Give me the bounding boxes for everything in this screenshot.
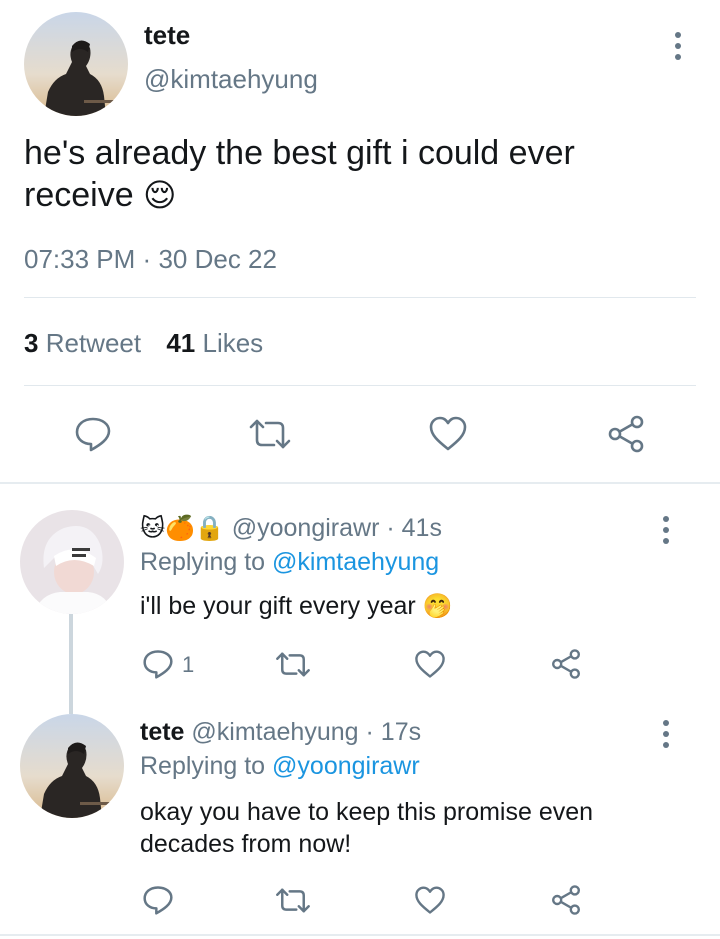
- main-tweet-text: he's already the best gift i could ever …: [24, 132, 704, 216]
- reply1-avatar[interactable]: [20, 510, 124, 614]
- main-tweet-display-name[interactable]: tete: [144, 20, 190, 51]
- separator-dot: ·: [365, 718, 374, 746]
- tweet-time: 07:33 PM: [24, 244, 136, 274]
- reply1-header: 🐱🍊🔒 @yoongirawr · 41s: [140, 514, 442, 543]
- reply2-header: tete @kimtaehyung · 17s: [140, 718, 421, 747]
- reply2-display-name[interactable]: tete: [140, 718, 184, 746]
- bottom-separator: [0, 934, 720, 936]
- retweet-icon[interactable]: [247, 418, 293, 450]
- more-options-icon[interactable]: [674, 32, 682, 60]
- separator-dot: ·: [142, 244, 152, 274]
- reply1-text: i'll be your gift every year 🤭: [140, 592, 453, 621]
- replying-label: Replying to: [140, 548, 266, 576]
- main-tweet-avatar[interactable]: [24, 12, 128, 116]
- hand-over-mouth-emoji: 🤭: [422, 593, 453, 620]
- reply-count: 1: [182, 652, 195, 677]
- reply-icon[interactable]: [142, 649, 174, 679]
- divider-top: [24, 297, 696, 298]
- like-icon[interactable]: [414, 885, 446, 916]
- reply2-avatar[interactable]: [20, 714, 124, 818]
- divider-middle: [24, 385, 696, 386]
- main-tweet-stats: 3 Retweet 41 Likes: [24, 328, 263, 359]
- like-icon[interactable]: [428, 415, 468, 453]
- reply-icon[interactable]: [142, 885, 174, 915]
- retweet-stat[interactable]: 3 Retweet: [24, 328, 148, 358]
- tweet-date: 30 Dec 22: [158, 244, 277, 274]
- share-icon[interactable]: [606, 414, 646, 454]
- share-icon[interactable]: [550, 648, 582, 680]
- reply1-time: 41s: [401, 514, 442, 542]
- thread-line: [69, 614, 73, 714]
- likes-count: 41: [166, 328, 196, 358]
- separator-dot: ·: [386, 514, 395, 542]
- reply2-text-line2: decades from now!: [140, 830, 352, 858]
- reply1-name-emojis[interactable]: 🐱🍊🔒: [140, 515, 225, 542]
- retweet-count: 3: [24, 328, 39, 358]
- replying-to-link[interactable]: @kimtaehyung: [272, 548, 439, 576]
- share-icon[interactable]: [550, 884, 582, 916]
- more-options-icon[interactable]: [662, 516, 670, 544]
- reply2-time: 17s: [380, 718, 422, 746]
- reply1-handle[interactable]: @yoongirawr: [232, 514, 380, 542]
- reply2-text: okay you have to keep this promise even …: [140, 796, 593, 860]
- reply-icon[interactable]: [74, 416, 112, 452]
- retweet-icon[interactable]: [274, 887, 312, 914]
- reply2-handle[interactable]: @kimtaehyung: [191, 718, 358, 746]
- main-tweet-handle[interactable]: @kimtaehyung: [144, 64, 318, 95]
- replying-to-link[interactable]: @yoongirawr: [272, 752, 420, 780]
- retweet-label: Retweet: [45, 328, 142, 358]
- main-tweet-timestamp: 07:33 PM · 30 Dec 22: [24, 244, 277, 275]
- reply2-text-line1: okay you have to keep this promise even: [140, 798, 594, 826]
- replying-label: Replying to: [140, 752, 266, 780]
- section-separator: [0, 482, 720, 484]
- main-tweet-text-line2: receive: [24, 176, 134, 214]
- reply1-replying-to: Replying to @kimtaehyung: [140, 548, 439, 577]
- reply2-replying-to: Replying to @yoongirawr: [140, 752, 420, 781]
- reply1-text-content: i'll be your gift every year: [140, 592, 416, 620]
- relieved-emoji: 😌: [143, 177, 177, 213]
- retweet-icon[interactable]: [274, 651, 312, 678]
- likes-stat[interactable]: 41 Likes: [166, 328, 263, 358]
- like-icon[interactable]: [414, 649, 446, 680]
- likes-label: Likes: [202, 328, 264, 358]
- main-tweet-text-line1: he's already the best gift i could ever: [24, 134, 575, 172]
- more-options-icon[interactable]: [662, 720, 670, 748]
